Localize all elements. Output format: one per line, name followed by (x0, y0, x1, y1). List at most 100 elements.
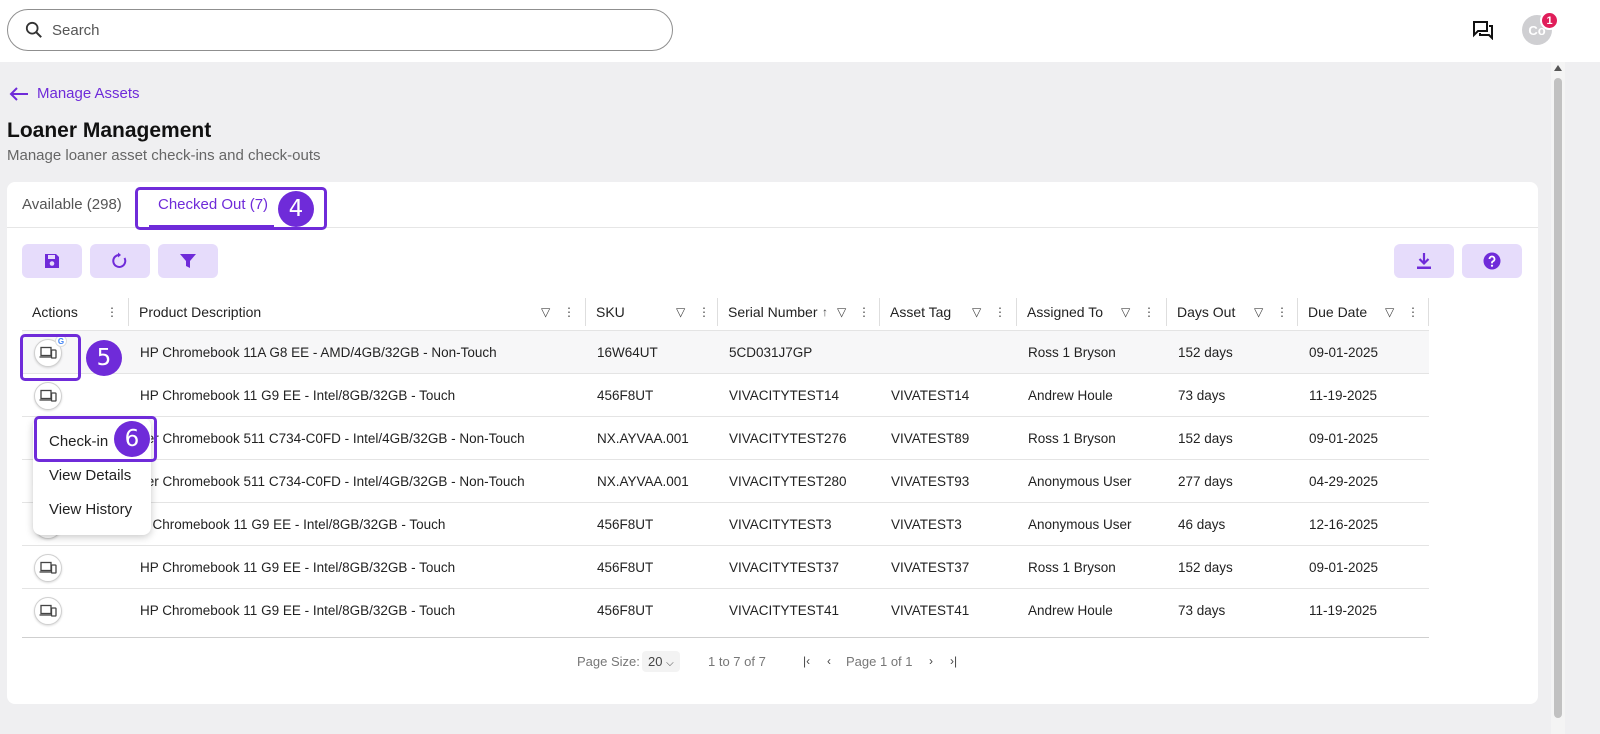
sort-ascending-icon[interactable]: ↑ (822, 305, 828, 319)
highlight-box-row-action (20, 334, 81, 381)
column-header-label: Product Description (139, 304, 262, 320)
column-menu-icon[interactable]: ⋮ (563, 305, 575, 319)
table-row[interactable]: HP Chromebook 11 G9 EE - Intel/8GB/32GB … (22, 373, 1429, 416)
due-date-cell: 11-19-2025 (1309, 388, 1378, 403)
column-header-label: Actions (32, 304, 78, 320)
row-actions-button[interactable] (34, 554, 62, 582)
previous-page-icon[interactable]: ‹ (827, 654, 831, 668)
notification-badge: 1 (1540, 11, 1559, 30)
column-filter-icon[interactable]: ▽ (541, 305, 550, 319)
serial-number-cell: VIVACITYTEST276 (729, 431, 847, 446)
back-link[interactable]: Manage Assets (9, 85, 140, 102)
column-header-due-date[interactable]: Due Date ▽ ⋮ (1298, 294, 1429, 330)
assigned-to-cell: Andrew Houle (1028, 388, 1113, 403)
search-box[interactable] (7, 9, 673, 51)
product-description-cell: P Chromebook 11 G9 EE - Intel/8GB/32GB -… (140, 517, 446, 532)
column-menu-icon[interactable]: ⋮ (1276, 305, 1288, 319)
asset-tag-cell: VIVATEST37 (891, 560, 970, 575)
serial-number-cell: VIVACITYTEST37 (729, 560, 840, 575)
column-header-product[interactable]: Product Description ▽ ⋮ (129, 294, 585, 330)
page-subtitle: Manage loaner asset check-ins and check-… (7, 147, 321, 164)
days-out-cell: 152 days (1178, 345, 1233, 360)
next-page-icon[interactable]: › (929, 654, 933, 668)
sku-cell: NX.AYVAA.001 (597, 474, 689, 489)
table-row[interactable]: G HP Chromebook 11A G8 EE - AMD/4GB/32GB … (22, 330, 1429, 373)
back-arrow-icon (9, 86, 28, 101)
due-date-cell: 04-29-2025 (1309, 474, 1379, 489)
tab-available[interactable]: Available (298) (22, 196, 122, 213)
asset-tag-cell: VIVATEST3 (891, 517, 962, 532)
days-out-cell: 46 days (1178, 517, 1226, 532)
asset-tag-cell: VIVATEST41 (891, 603, 970, 618)
menu-item-view-history[interactable]: View History (49, 501, 132, 518)
row-actions-button[interactable] (34, 382, 62, 410)
asset-tag-cell: VIVATEST89 (891, 431, 970, 446)
column-menu-icon[interactable]: ⋮ (698, 305, 710, 319)
scroll-thumb[interactable] (1554, 78, 1562, 718)
column-filter-icon[interactable]: ▽ (1121, 305, 1130, 319)
column-filter-icon[interactable]: ▽ (676, 305, 685, 319)
column-divider[interactable] (1428, 298, 1429, 326)
page-size-select[interactable]: 20 ⌵ (642, 651, 680, 672)
row-range: 1 to 7 of 7 (708, 654, 766, 669)
top-bar: Co 1 (0, 0, 1600, 62)
table-row[interactable]: HP Chromebook 11 G9 EE - Intel/8GB/32GB … (22, 545, 1429, 588)
product-description-cell: HP Chromebook 11 G9 EE - Intel/8GB/32GB … (140, 603, 456, 618)
save-button[interactable] (22, 244, 82, 278)
search-input[interactable] (52, 21, 612, 39)
column-menu-icon[interactable]: ⋮ (858, 305, 870, 319)
serial-number-cell: 5CD031J7GP (729, 345, 813, 360)
column-header-label: Serial Number (728, 304, 818, 320)
table-row[interactable]: cer Chromebook 511 C734-C0FD - Intel/4GB… (22, 459, 1429, 502)
table-row[interactable]: cer Chromebook 511 C734-C0FD - Intel/4GB… (22, 416, 1429, 459)
product-description-cell: HP Chromebook 11 G9 EE - Intel/8GB/32GB … (140, 560, 456, 575)
column-header-days-out[interactable]: Days Out ▽ ⋮ (1167, 294, 1297, 330)
first-page-icon[interactable]: |‹ (803, 654, 810, 668)
table-row[interactable]: P Chromebook 11 G9 EE - Intel/8GB/32GB -… (22, 502, 1429, 545)
help-button[interactable] (1462, 244, 1522, 278)
column-header-label: SKU (596, 304, 625, 320)
download-button[interactable] (1394, 244, 1454, 278)
column-header-actions[interactable]: Actions ⋮ (22, 294, 128, 330)
scrollbar[interactable] (1551, 62, 1565, 734)
sku-cell: 456F8UT (597, 517, 654, 532)
column-filter-icon[interactable]: ▽ (837, 305, 846, 319)
row-actions-button[interactable] (34, 597, 62, 625)
assigned-to-cell: Ross 1 Bryson (1028, 431, 1116, 446)
sku-cell: 456F8UT (597, 388, 654, 403)
column-header-sku[interactable]: SKU ▽ ⋮ (586, 294, 717, 330)
column-header-label: Days Out (1177, 304, 1236, 320)
refresh-button[interactable] (90, 244, 150, 278)
chat-icon[interactable] (1472, 20, 1494, 40)
page-title: Loaner Management (7, 119, 212, 142)
column-menu-icon[interactable]: ⋮ (1407, 305, 1419, 319)
menu-item-view-details[interactable]: View Details (49, 467, 131, 484)
column-menu-icon[interactable]: ⋮ (1143, 305, 1155, 319)
column-filter-icon[interactable]: ▽ (972, 305, 981, 319)
column-filter-icon[interactable]: ▽ (1254, 305, 1263, 319)
page-indicator: Page 1 of 1 (846, 654, 913, 669)
save-icon (45, 254, 59, 268)
asset-tag-cell: VIVATEST14 (891, 388, 970, 403)
table-row[interactable]: HP Chromebook 11 G9 EE - Intel/8GB/32GB … (22, 588, 1429, 631)
due-date-cell: 09-01-2025 (1309, 345, 1379, 360)
last-page-icon[interactable]: ›| (950, 654, 957, 668)
step-badge-4: 4 (278, 191, 314, 227)
product-description-cell: cer Chromebook 511 C734-C0FD - Intel/4GB… (140, 474, 525, 489)
days-out-cell: 152 days (1178, 560, 1233, 575)
filter-button[interactable] (158, 244, 218, 278)
column-header-serial[interactable]: Serial Number ↑ ▽ ⋮ (718, 294, 879, 330)
refresh-icon (112, 252, 127, 268)
column-header-assigned-to[interactable]: Assigned To ▽ ⋮ (1017, 294, 1166, 330)
column-menu-icon[interactable]: ⋮ (994, 305, 1006, 319)
days-out-cell: 73 days (1178, 603, 1226, 618)
scroll-up-icon[interactable] (1554, 65, 1562, 71)
column-header-asset-tag[interactable]: Asset Tag ▽ ⋮ (880, 294, 1016, 330)
due-date-cell: 09-01-2025 (1309, 560, 1379, 575)
assigned-to-cell: Anonymous User (1028, 517, 1132, 532)
sku-cell: 456F8UT (597, 603, 654, 618)
back-link-label: Manage Assets (37, 85, 140, 102)
column-menu-icon[interactable]: ⋮ (106, 305, 118, 319)
help-icon (1483, 252, 1501, 270)
column-filter-icon[interactable]: ▽ (1385, 305, 1394, 319)
